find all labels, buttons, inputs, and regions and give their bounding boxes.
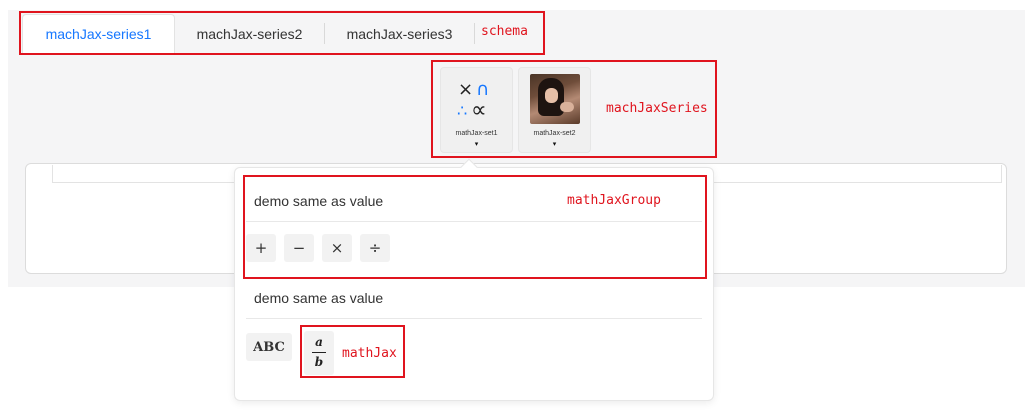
annotation-box-series <box>431 60 717 158</box>
group-title: demo same as value <box>254 290 384 306</box>
annotation-box-schema <box>19 11 545 55</box>
annotation-box-mathjax <box>300 325 405 378</box>
annotation-box-group <box>243 175 707 279</box>
abc-text-button[interactable]: ABC <box>246 333 292 361</box>
page: machJax-series1 machJax-series2 machJax-… <box>0 0 1033 412</box>
divider <box>246 318 702 319</box>
